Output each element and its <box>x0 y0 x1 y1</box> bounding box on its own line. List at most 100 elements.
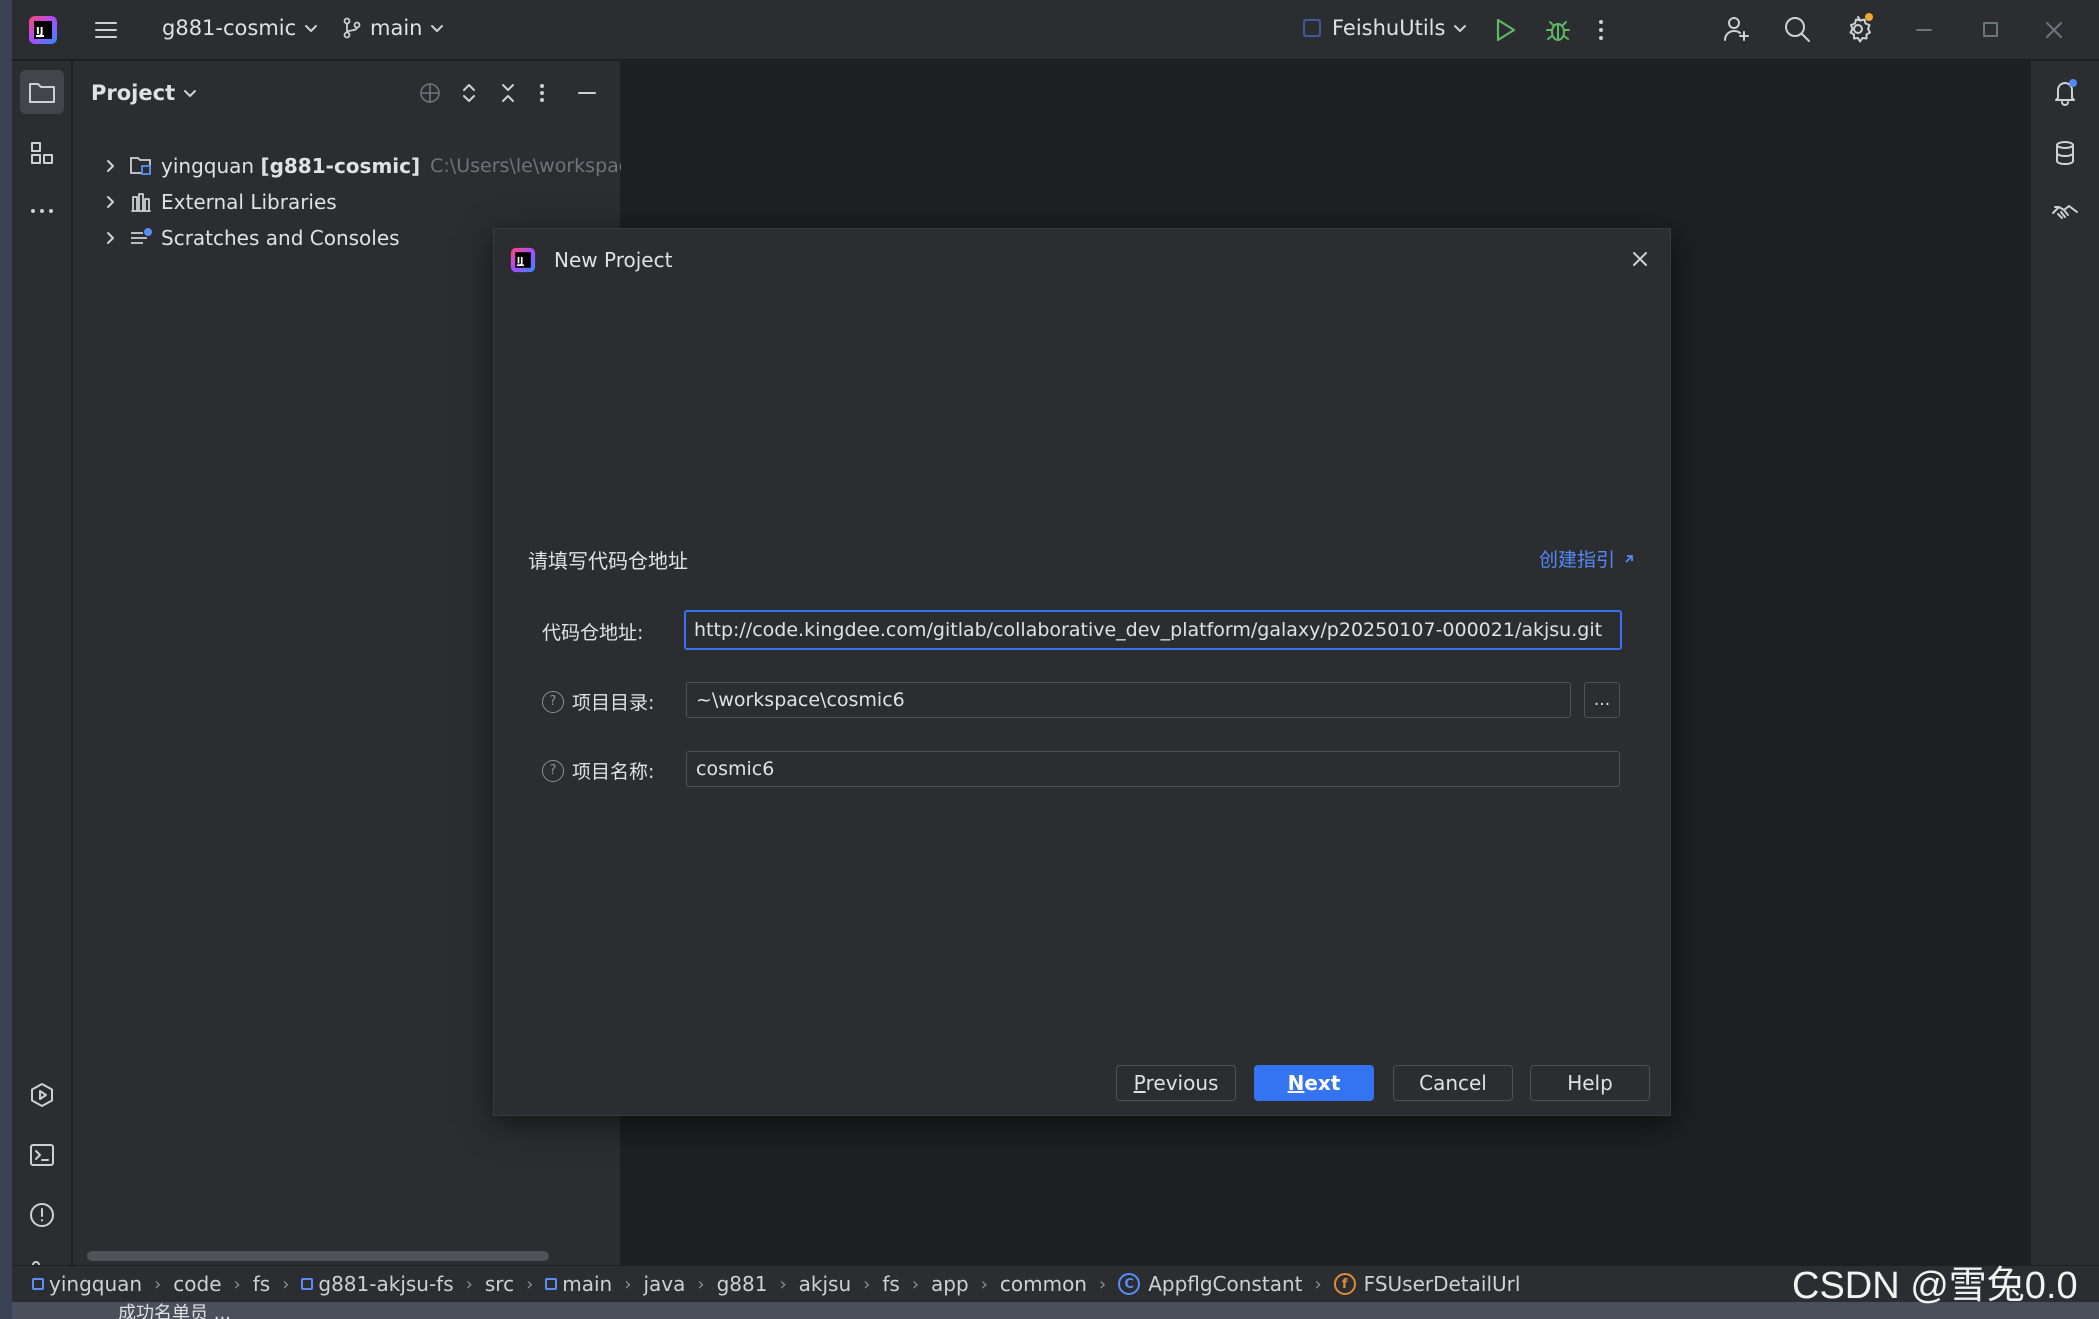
tree-label: yingquan [g881-cosmic] <box>161 154 421 178</box>
services-tool-button[interactable] <box>20 1073 64 1117</box>
run-configuration-selector[interactable]: FeishuUtils <box>1302 16 1467 40</box>
structure-icon <box>31 142 53 164</box>
project-switcher[interactable]: g881-cosmic <box>162 16 318 40</box>
run-button[interactable] <box>1492 16 1518 44</box>
help-button[interactable]: Help <box>1530 1065 1650 1101</box>
problems-tool-button[interactable] <box>20 1193 64 1237</box>
repo-url-input[interactable]: http://code.kingdee.com/gitlab/collabora… <box>684 610 1622 650</box>
bug-icon <box>1546 21 1570 41</box>
expand-icon <box>463 84 475 102</box>
breadcrumb-item[interactable]: C AppflgConstant › <box>1118 1272 1333 1296</box>
search-icon <box>1785 17 1810 42</box>
project-dir-label: ? 项目目录: <box>542 688 654 715</box>
maximize-window-button[interactable] <box>1978 16 2002 44</box>
breadcrumb-item[interactable]: g881 › <box>717 1272 799 1296</box>
more-tool-windows-button[interactable] <box>20 189 64 233</box>
project-name-input[interactable]: cosmic6 <box>686 751 1620 787</box>
handshake-icon <box>2052 205 2078 219</box>
run-config-icon <box>1302 18 1322 38</box>
add-user-icon <box>1724 17 1749 41</box>
select-opened-file-button[interactable] <box>418 81 442 105</box>
field-icon: f <box>1333 1273 1356 1295</box>
tree-label: External Libraries <box>161 190 337 214</box>
tree-label: Scratches and Consoles <box>161 226 400 250</box>
watermark-text: CSDN @雪兔0.0 <box>1792 1265 2078 1307</box>
vertical-ellipsis-icon <box>1599 20 1603 40</box>
database-tool-button[interactable] <box>2043 131 2087 175</box>
external-link-arrow-icon <box>1625 554 1633 563</box>
breadcrumb-item[interactable]: fs › <box>882 1272 931 1296</box>
expand-all-button[interactable] <box>457 81 481 105</box>
help-icon[interactable]: ? <box>542 759 564 782</box>
breadcrumb-item[interactable]: main › <box>545 1272 643 1296</box>
maximize-icon <box>1983 22 1998 37</box>
status-bar: yingquan › code › fs › g881-akjsu-fs › src › … <box>12 1265 2099 1302</box>
branch-switcher[interactable]: main <box>342 16 444 40</box>
module-folder-icon <box>129 155 153 177</box>
project-dir-input[interactable]: ~\workspace\cosmic6 <box>686 682 1571 718</box>
scratches-icon <box>129 227 153 249</box>
taskbar-text: 成功名单员 ... <box>118 1303 231 1319</box>
horizontal-scrollbar[interactable] <box>87 1251 549 1261</box>
chevron-right-icon[interactable] <box>105 159 117 173</box>
search-everywhere-button[interactable] <box>1782 14 1812 44</box>
cancel-button[interactable]: Cancel <box>1393 1065 1513 1101</box>
create-guide-link[interactable]: 创建指引 <box>1539 545 1637 572</box>
minimize-icon <box>1916 29 1932 31</box>
dialog-close-button[interactable] <box>1630 249 1650 269</box>
section-title: 请填写代码仓地址 <box>528 549 688 573</box>
notifications-button[interactable] <box>2043 70 2087 114</box>
new-project-dialog: IJ New Project 请填写代码仓地址 创建指引 代码仓地址: http… <box>493 228 1671 1116</box>
chevron-right-icon[interactable] <box>105 195 117 209</box>
breadcrumb-item[interactable]: java › <box>643 1272 716 1296</box>
collapse-all-button[interactable] <box>496 81 520 105</box>
library-icon <box>129 191 153 213</box>
breadcrumb-item[interactable]: code › <box>173 1272 252 1296</box>
collapse-icon <box>502 84 514 102</box>
breadcrumb-item[interactable]: yingquan › <box>32 1272 173 1296</box>
project-name: g881-cosmic <box>162 16 297 40</box>
tree-path: C:\Users\le\workspace\yingquan <box>430 155 621 177</box>
folder-icon <box>29 83 55 103</box>
project-panel-header: Project <box>73 61 621 127</box>
close-window-button[interactable] <box>2042 16 2066 44</box>
repo-url-label: 代码仓地址: <box>542 622 644 644</box>
breadcrumb-item[interactable]: g881-akjsu-fs › <box>301 1272 484 1296</box>
code-with-me-button[interactable] <box>1722 14 1752 44</box>
project-tool-button[interactable] <box>20 70 64 114</box>
breadcrumb-item[interactable]: akjsu › <box>799 1272 883 1296</box>
previous-button[interactable]: Previous <box>1116 1065 1236 1101</box>
class-icon: C <box>1118 1273 1141 1295</box>
services-icon <box>31 1083 53 1107</box>
structure-tool-button[interactable] <box>20 131 64 175</box>
more-actions-button[interactable] <box>1596 16 1606 44</box>
breadcrumb-item[interactable]: fs › <box>253 1272 302 1296</box>
breadcrumb-item[interactable]: f FSUserDetailUrl <box>1333 1272 1520 1296</box>
hide-panel-button[interactable] <box>575 81 599 105</box>
main-menu-button[interactable] <box>92 16 120 44</box>
breadcrumb-item[interactable]: src › <box>485 1272 545 1296</box>
debug-button[interactable] <box>1544 16 1572 44</box>
breadcrumb-item[interactable]: common › <box>1000 1272 1118 1296</box>
ai-assistant-button[interactable] <box>2043 189 2087 233</box>
breadcrumb-item[interactable]: app › <box>931 1272 1000 1296</box>
terminal-tool-button[interactable] <box>20 1133 64 1177</box>
minimize-icon <box>578 92 596 94</box>
intellij-logo-icon: IJ <box>510 247 536 273</box>
terminal-icon <box>30 1144 54 1166</box>
panel-options-button[interactable] <box>537 81 547 105</box>
run-config-name: FeishuUtils <box>1332 16 1446 40</box>
help-icon[interactable]: ? <box>542 690 564 713</box>
intellij-logo-icon: IJ <box>28 15 58 45</box>
vertical-ellipsis-icon <box>540 84 544 102</box>
settings-button[interactable] <box>1842 12 1874 44</box>
minimize-window-button[interactable] <box>1912 16 1936 44</box>
dialog-title: New Project <box>554 248 673 272</box>
chevron-right-icon[interactable] <box>105 231 117 245</box>
tree-item-yingquan[interactable]: yingquan [g881-cosmic] C:\Users\le\works… <box>73 149 621 183</box>
project-view-selector[interactable]: Project <box>91 81 197 105</box>
browse-button[interactable]: ... <box>1584 682 1620 718</box>
desktop-taskbar: 成功名单员 ... <box>12 1302 2099 1319</box>
tree-item-external-libraries[interactable]: External Libraries <box>73 185 621 219</box>
next-button[interactable]: Next <box>1254 1065 1374 1101</box>
